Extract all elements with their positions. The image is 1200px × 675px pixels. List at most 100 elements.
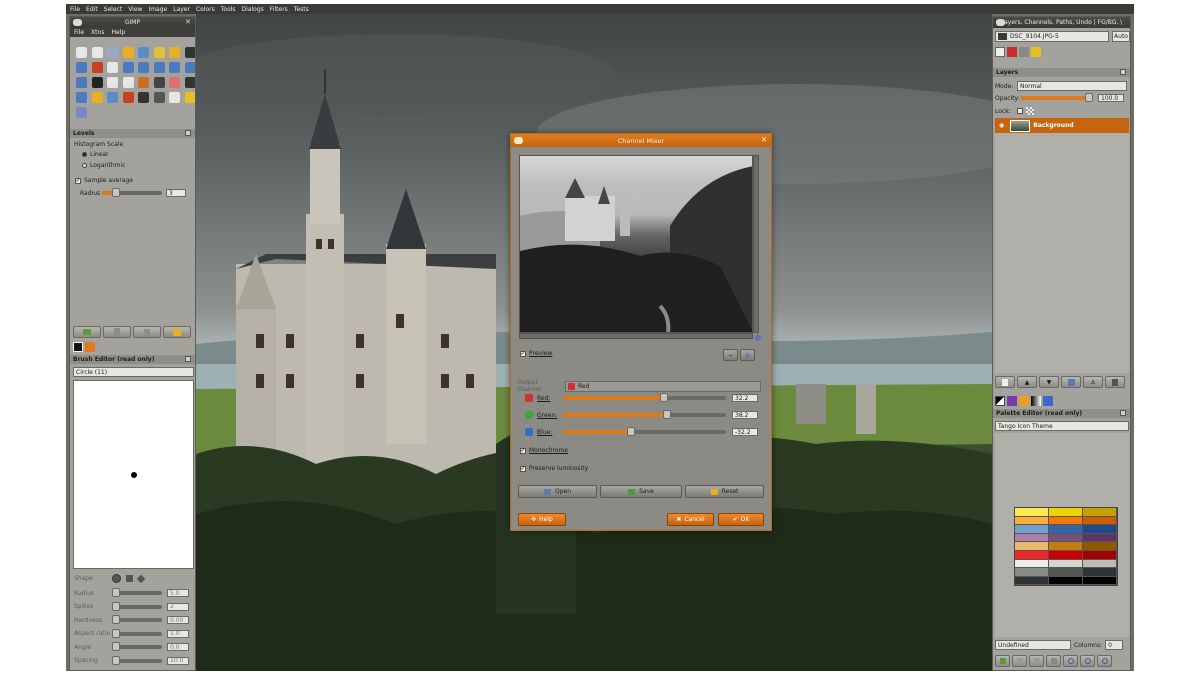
opacity-slider-handle[interactable] xyxy=(1085,93,1093,102)
brush-param-slider[interactable] xyxy=(112,655,162,665)
radius-slider-handle[interactable] xyxy=(112,188,120,197)
output-channel-select[interactable]: Red xyxy=(565,380,761,392)
palette-swatch[interactable] xyxy=(1049,516,1083,526)
tool-icon-28[interactable] xyxy=(138,92,149,103)
sample-average-checkbox[interactable]: ✓ xyxy=(75,177,81,184)
palette-swatch[interactable] xyxy=(1083,559,1117,569)
tool-icon-32[interactable] xyxy=(76,107,87,118)
colors-tab-icon[interactable] xyxy=(1007,396,1017,406)
tool-icon-11[interactable] xyxy=(122,62,134,73)
color-name-field[interactable]: Undefined xyxy=(995,640,1071,650)
linear-option[interactable]: Linear xyxy=(82,151,109,158)
linear-radio[interactable] xyxy=(82,152,87,157)
menu-filters[interactable]: Filters xyxy=(270,6,288,13)
radius-input[interactable]: 3 xyxy=(166,189,186,197)
tool-icon-30[interactable] xyxy=(169,92,180,103)
tool-icon-16[interactable] xyxy=(76,77,87,88)
fgbg-tab-icon[interactable] xyxy=(995,396,1005,406)
brush-param-handle[interactable] xyxy=(112,642,120,651)
logarithmic-option[interactable]: Logarithmic xyxy=(82,162,126,169)
tool-icon-10[interactable] xyxy=(107,62,118,73)
tool-icon-31[interactable] xyxy=(184,92,195,103)
channel-value-input[interactable]: 38.2 xyxy=(732,411,758,419)
new-layer-button[interactable] xyxy=(995,376,1015,388)
tool-icon-13[interactable] xyxy=(153,62,165,73)
zoom-in-button[interactable]: ⊕ xyxy=(740,349,755,361)
layer-row-background[interactable]: ◉ Background xyxy=(995,118,1129,133)
palette-swatch[interactable] xyxy=(1015,568,1049,577)
tool-icon-2[interactable] xyxy=(107,47,118,58)
menu-select[interactable]: Select xyxy=(104,6,123,13)
menu-file[interactable]: File xyxy=(70,6,80,13)
layers-tab-icon[interactable] xyxy=(995,47,1005,57)
channel-slider[interactable] xyxy=(563,393,726,402)
open-button[interactable]: Open xyxy=(518,485,597,498)
save-preset-button[interactable] xyxy=(103,326,131,338)
palette-name-field[interactable]: Tango Icon Theme xyxy=(995,421,1129,431)
channel-value-input[interactable]: 32.2 xyxy=(732,394,758,402)
palette-swatch[interactable] xyxy=(1049,559,1083,569)
tool-icon-25[interactable] xyxy=(91,92,103,103)
palette-swatch[interactable] xyxy=(1049,568,1083,577)
channel-slider[interactable] xyxy=(563,427,726,436)
layers-tab-menu-icon[interactable] xyxy=(1120,69,1126,75)
square-shape-icon[interactable] xyxy=(126,575,133,582)
preview-horizontal-scrollbar[interactable] xyxy=(519,333,753,339)
preview-vertical-scrollbar[interactable] xyxy=(753,155,759,333)
brush-param-slider[interactable] xyxy=(112,642,162,651)
palette-swatch[interactable] xyxy=(1049,533,1083,543)
new-color-button[interactable] xyxy=(1012,655,1027,667)
logarithmic-radio[interactable] xyxy=(82,163,87,168)
tool-icon-29[interactable] xyxy=(153,92,165,103)
raise-layer-button[interactable]: ▲ xyxy=(1017,376,1037,388)
delete-layer-button[interactable] xyxy=(1105,376,1125,388)
close-icon[interactable]: ✕ xyxy=(761,136,767,144)
cancel-button[interactable]: ✖ Cancel xyxy=(667,513,714,526)
channel-slider-handle[interactable] xyxy=(627,427,636,436)
zoom-all-button[interactable] xyxy=(1097,655,1112,667)
restore-button[interactable] xyxy=(73,326,101,338)
preview-area[interactable] xyxy=(519,155,753,333)
pattern-tab-icon[interactable] xyxy=(85,342,95,352)
zoom-out-button[interactable] xyxy=(1063,655,1078,667)
tool-icon-15[interactable] xyxy=(184,62,195,73)
brush-param-input[interactable]: 2 xyxy=(167,602,189,611)
tool-icon-22[interactable] xyxy=(169,77,180,88)
tool-icon-24[interactable] xyxy=(76,92,87,103)
brush-param-input[interactable]: 5.0 xyxy=(167,589,189,597)
brush-param-handle[interactable] xyxy=(112,628,120,638)
palette-swatch[interactable] xyxy=(1083,568,1117,577)
tool-icon-7[interactable] xyxy=(184,47,195,58)
palette-swatch[interactable] xyxy=(1015,516,1049,526)
help-button[interactable]: ✜ Help xyxy=(518,513,566,526)
channel-slider[interactable] xyxy=(563,410,726,419)
palette-swatch[interactable] xyxy=(1049,542,1083,551)
brush-param-handle[interactable] xyxy=(112,615,120,624)
navigate-icon[interactable]: ✥ xyxy=(754,334,762,344)
palette-swatch[interactable] xyxy=(1015,559,1049,569)
opacity-slider[interactable] xyxy=(1021,93,1093,102)
palette-swatch[interactable] xyxy=(1083,533,1117,543)
new-color-bg-button[interactable] xyxy=(1029,655,1044,667)
palette-swatch[interactable] xyxy=(1015,508,1049,517)
tool-icon-20[interactable] xyxy=(138,77,149,88)
anchor-layer-button[interactable]: ⚓ xyxy=(1083,376,1103,388)
palette-tab-menu-icon[interactable] xyxy=(1120,410,1126,416)
preview-option[interactable]: ✓ Preview xyxy=(520,350,552,357)
paths-tab-icon[interactable] xyxy=(1019,47,1029,57)
columns-input[interactable]: 0 xyxy=(1105,640,1124,650)
tool-icon-5[interactable] xyxy=(153,47,165,58)
gradient-tab-icon[interactable] xyxy=(1031,396,1041,406)
brush-tab-menu-icon[interactable] xyxy=(185,356,191,362)
brush-param-input[interactable]: 1.0 xyxy=(167,629,189,638)
lower-layer-button[interactable]: ▼ xyxy=(1039,376,1059,388)
menu-layer[interactable]: Layer xyxy=(173,6,190,13)
preserve-luminosity-checkbox[interactable]: ✓ xyxy=(520,465,526,472)
brush-param-handle[interactable] xyxy=(112,588,120,597)
menu-tests[interactable]: Tests xyxy=(294,6,309,13)
palette-swatch[interactable] xyxy=(1049,525,1083,534)
brush-param-input[interactable]: 0.00 xyxy=(167,616,189,624)
fonts-tab-icon[interactable] xyxy=(1043,396,1053,406)
auto-button[interactable]: Auto xyxy=(1112,31,1130,42)
toolbox-menu-xtns[interactable]: Xtns xyxy=(91,29,104,36)
